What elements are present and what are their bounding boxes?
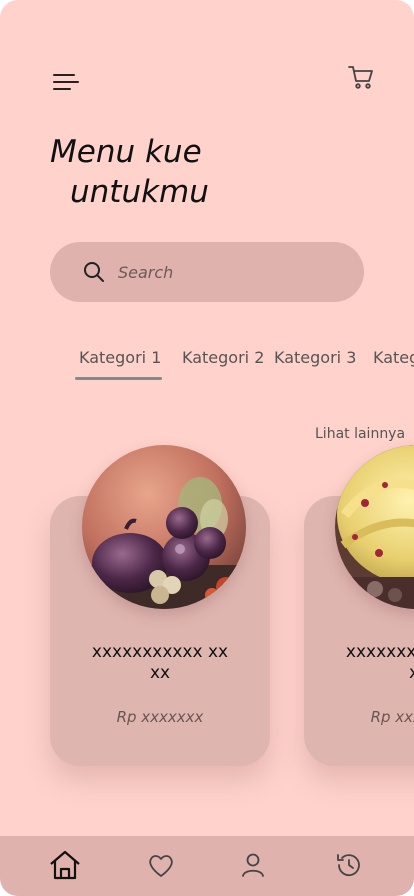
product-price: Rp xxxxxxx [370, 708, 414, 726]
app-screen: Menu kue untukmu Kategori 1 Kategori 2 K… [0, 0, 414, 896]
product-image[interactable] [82, 445, 246, 609]
page-title: Menu kue untukmu [50, 132, 350, 212]
category-tabs: Kategori 1 Kategori 2 Kategori 3 Kategor… [0, 348, 414, 388]
hamburger-icon[interactable] [53, 72, 79, 92]
search-bar[interactable] [50, 242, 364, 302]
see-more-link[interactable]: Lihat lainnya [315, 426, 405, 442]
search-input[interactable] [118, 257, 338, 287]
tab-kategori-1[interactable]: Kategori 1 [79, 348, 161, 367]
bottom-navigation [0, 836, 414, 896]
page-title-line-1: Menu kue [50, 134, 202, 170]
product-price: Rp xxxxxxx [116, 708, 204, 726]
tab-kategori-2[interactable]: Kategori 2 [182, 348, 264, 367]
cart-icon[interactable] [346, 63, 376, 93]
home-icon[interactable] [48, 848, 82, 882]
heart-icon[interactable] [144, 848, 178, 882]
page-title-line-2: untukmu [70, 174, 209, 210]
active-tab-indicator [75, 377, 162, 380]
history-icon[interactable] [332, 848, 366, 882]
search-icon [84, 262, 104, 282]
product-name: xxxxxxxxxxx xxxx [91, 642, 229, 683]
product-name: xxxxxxxxxxx xxx [345, 642, 414, 683]
tab-kategori-4[interactable]: Kategori 4 [373, 348, 414, 367]
user-icon[interactable] [236, 848, 270, 882]
tab-kategori-3[interactable]: Kategori 3 [274, 348, 356, 367]
